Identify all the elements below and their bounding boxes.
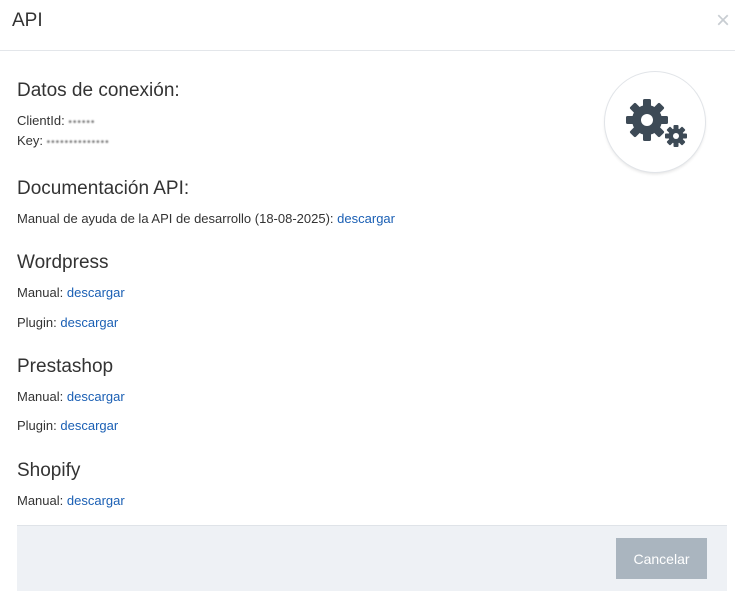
modal-footer: Cancelar [17,525,727,591]
prestashop-plugin-label: Plugin: [17,418,57,433]
close-icon[interactable]: × [716,9,730,33]
docs-manual-row: Manual de ayuda de la API de desarrollo … [17,211,395,226]
shopify-manual-download-link[interactable]: descargar [67,493,125,508]
wordpress-manual-download-link[interactable]: descargar [67,285,125,300]
cancel-button[interactable]: Cancelar [616,538,707,579]
prestashop-heading: Prestashop [17,356,114,377]
wordpress-plugin-label: Plugin: [17,315,57,330]
connection-heading: Datos de conexión: [17,80,180,101]
client-id-value: •••••• [68,117,96,128]
client-id-label: ClientId: [17,113,65,128]
gears-icon [605,72,705,172]
key-label: Key: [17,133,44,148]
shopify-manual-row: Manual: descargar [17,493,125,508]
key-value: •••••••••••••• [46,137,110,148]
shopify-heading: Shopify [17,460,81,481]
wordpress-plugin-row: Plugin: descargar [17,315,118,330]
wordpress-manual-row: Manual: descargar [17,285,125,300]
key-row: Key: •••••••••••••• [17,133,110,148]
modal-title: API [12,10,43,31]
wordpress-plugin-download-link[interactable]: descargar [60,315,118,330]
prestashop-plugin-download-link[interactable]: descargar [60,418,118,433]
shopify-manual-label: Manual: [17,493,64,508]
docs-manual-label: Manual de ayuda de la API de desarrollo … [17,211,334,226]
client-id-row: ClientId: •••••• [17,113,95,128]
prestashop-manual-label: Manual: [17,389,64,404]
modal-header: API × [0,0,735,51]
docs-manual-download-link[interactable]: descargar [337,211,395,226]
prestashop-manual-row: Manual: descargar [17,389,125,404]
wordpress-heading: Wordpress [17,252,109,273]
prestashop-plugin-row: Plugin: descargar [17,418,118,433]
docs-heading: Documentación API: [17,178,190,199]
prestashop-manual-download-link[interactable]: descargar [67,389,125,404]
wordpress-manual-label: Manual: [17,285,64,300]
